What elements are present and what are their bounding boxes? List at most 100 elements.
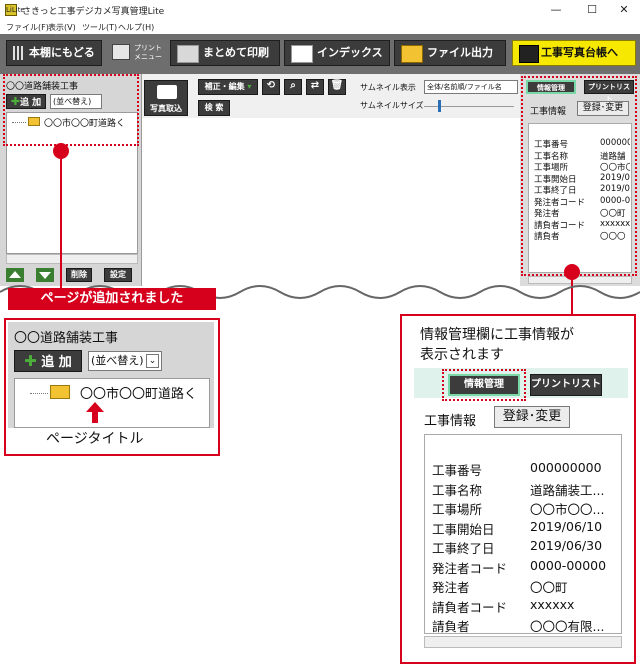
file-output-button[interactable]: ファイル出力: [394, 40, 506, 66]
zoom-info-row: 工事名称 道路舗装工...: [432, 480, 620, 500]
swap-icon: ⇄: [310, 80, 320, 91]
camera-icon: [157, 85, 177, 99]
zoom-info-row: 工事終了日 2019/06/30: [432, 538, 620, 558]
folder-icon: [401, 45, 423, 63]
index-button[interactable]: インデックス: [284, 40, 390, 66]
arrow-down-icon: [39, 272, 51, 279]
arrow-up-icon: [9, 271, 21, 278]
menu-view[interactable]: 表示(V): [48, 22, 76, 33]
zoom-project-name: 〇〇道路舗装工事: [14, 331, 119, 346]
thumbnail-size-slider[interactable]: [438, 100, 441, 112]
print-menu-label: プリント メニュー: [134, 44, 162, 61]
minimize-button[interactable]: —: [540, 0, 572, 20]
index-label: インデックス: [317, 46, 383, 59]
trash-button[interactable]: 🗑: [328, 79, 346, 95]
maximize-button[interactable]: ☐: [576, 0, 608, 20]
zoom-info-value: 2019/06/10: [530, 518, 603, 534]
horizontal-scrollbar[interactable]: [6, 254, 138, 264]
import-label: 写真取込: [150, 104, 182, 113]
zoom-info-row: 請負者コード xxxxxx: [432, 597, 620, 617]
photo-ledger-label: 工事写真台帳へ: [541, 46, 618, 59]
zoom-tab-print-list: プリントリスト: [530, 374, 602, 396]
zoom-info-row: 発注者コード 0000-00000: [432, 558, 620, 578]
thumbnail-display-select[interactable]: 全体/名前順/ファイル名: [424, 80, 518, 94]
zoom-folder-icon: [50, 385, 70, 399]
red-arrow-shaft: [92, 411, 98, 423]
zoom-info-key: 発注者コード: [432, 560, 508, 576]
dropdown-icon: ▾: [244, 82, 252, 91]
bookshelf-icon: [13, 46, 25, 60]
back-label: 本棚にもどる: [29, 46, 95, 59]
info-callout-heading-line1: 情報管理欄に工事情報が: [420, 327, 574, 343]
zoom-info-key: 工事開始日: [432, 521, 495, 537]
close-button[interactable]: ✕: [608, 0, 640, 20]
zoom-info-key: 請負者: [432, 619, 470, 634]
zoom-info-value: 000000000: [530, 460, 602, 475]
zoom-info-value: 〇〇〇有限...: [530, 619, 605, 634]
app-icon: LiLite: [5, 4, 25, 16]
back-to-shelf-button[interactable]: 本棚にもどる: [6, 40, 102, 66]
zoom-button[interactable]: ⌕: [284, 79, 302, 95]
multi-print-icon: [177, 45, 199, 63]
info-callout-heading-line2: 表示されます: [420, 347, 504, 363]
rotate-button[interactable]: ⟲: [262, 79, 280, 95]
zoom-info-value: 0000-00000: [530, 557, 607, 573]
left-highlight-frame: [3, 74, 139, 146]
page-added-banner: ページが追加されました: [8, 288, 216, 310]
zoom-info-row: 請負者 〇〇〇有限...: [432, 616, 620, 636]
ledger-icon: [519, 45, 539, 63]
thumbnail-display-label: サムネイル表示: [360, 83, 416, 92]
right-callout-dot: [564, 264, 580, 280]
zoom-info-key: 請負者コード: [432, 599, 508, 615]
print-menu-button[interactable]: プリント メニュー: [110, 40, 168, 66]
trash-icon: 🗑: [330, 80, 344, 91]
zoom-info-row: 工事場所 〇〇市〇〇...: [432, 499, 620, 519]
menu-tools[interactable]: ツール(T): [82, 22, 117, 33]
window-title: さきっと工事デジカメ写真管理Lite: [22, 7, 165, 17]
import-photo-button[interactable]: 写真取込: [144, 80, 188, 116]
page-title-caption: ページタイトル: [46, 431, 144, 447]
zoom-tab-info-management: 情報管理: [448, 374, 520, 396]
bulk-print-button[interactable]: まとめて印刷: [170, 40, 280, 66]
left-callout-line: [60, 152, 62, 288]
zoom-info-key: 工事名称: [432, 482, 483, 498]
thumbnail-display-value: 全体/名前順/ファイル名: [427, 83, 502, 91]
zoom-info-row: 工事開始日 2019/06/10: [432, 519, 620, 539]
magnifier-icon: ⌕: [290, 80, 296, 91]
zoom-info-key: 発注者: [432, 580, 470, 595]
file-output-label: ファイル出力: [427, 46, 493, 59]
zoom-info-value: 2019/06/30: [530, 538, 603, 553]
bulk-print-label: まとめて印刷: [203, 46, 269, 59]
rotate-icon: ⟲: [266, 80, 276, 91]
menu-file[interactable]: ファイル(F): [6, 22, 49, 33]
zoom-sort-label: (並べ替え): [91, 354, 144, 367]
swap-button[interactable]: ⇄: [306, 79, 324, 95]
edit-menu-button[interactable]: 補正・編集 ▾: [198, 79, 258, 95]
menu-help[interactable]: ヘルプ(H): [118, 22, 154, 33]
zoom-plus-icon: ✚: [24, 352, 37, 370]
zoom-add-button: ✚ 追 加: [14, 350, 82, 372]
zoom-info-key: 工事場所: [432, 502, 483, 517]
zoom-info-value: 道路舗装工...: [530, 482, 605, 498]
zoom-info-row: 発注者 〇〇町: [432, 577, 620, 597]
zoom-register-button: 登録･変更: [494, 406, 570, 428]
zoom-info-key: 工事番号: [432, 463, 483, 478]
zoom-info-key: 工事終了日: [432, 541, 495, 556]
zoom-info-value: 〇〇市〇〇...: [530, 502, 605, 517]
info-callout-heading: 情報管理欄に工事情報が 表示されます: [420, 325, 574, 365]
edit-label: 補正・編集: [204, 82, 245, 91]
search-button[interactable]: 検 索: [198, 100, 230, 116]
zoom-info-scrollbar: [424, 636, 622, 648]
zoom-info-value: xxxxxx: [530, 596, 575, 612]
zoom-info-row: 工事番号 000000000: [432, 460, 620, 480]
zoom-info-rows: 工事番号 000000000 工事名称 道路舗装工... 工事場所 〇〇市〇〇... 工事開…: [432, 460, 620, 636]
zoom-info-value: 〇〇町: [530, 580, 568, 595]
zoom-tree-line: [30, 393, 48, 394]
photo-ledger-button[interactable]: 工事写真台帳へ: [512, 40, 636, 66]
index-icon: [291, 45, 313, 63]
left-callout-dot: [53, 143, 69, 159]
printer-icon: [112, 44, 130, 60]
zoom-page-item: 〇〇市〇〇町道路く: [80, 387, 198, 402]
right-highlight-frame: [521, 76, 637, 276]
menu-bar: ファイル(F) 表示(V) ツール(T) ヘルプ(H): [0, 20, 640, 34]
